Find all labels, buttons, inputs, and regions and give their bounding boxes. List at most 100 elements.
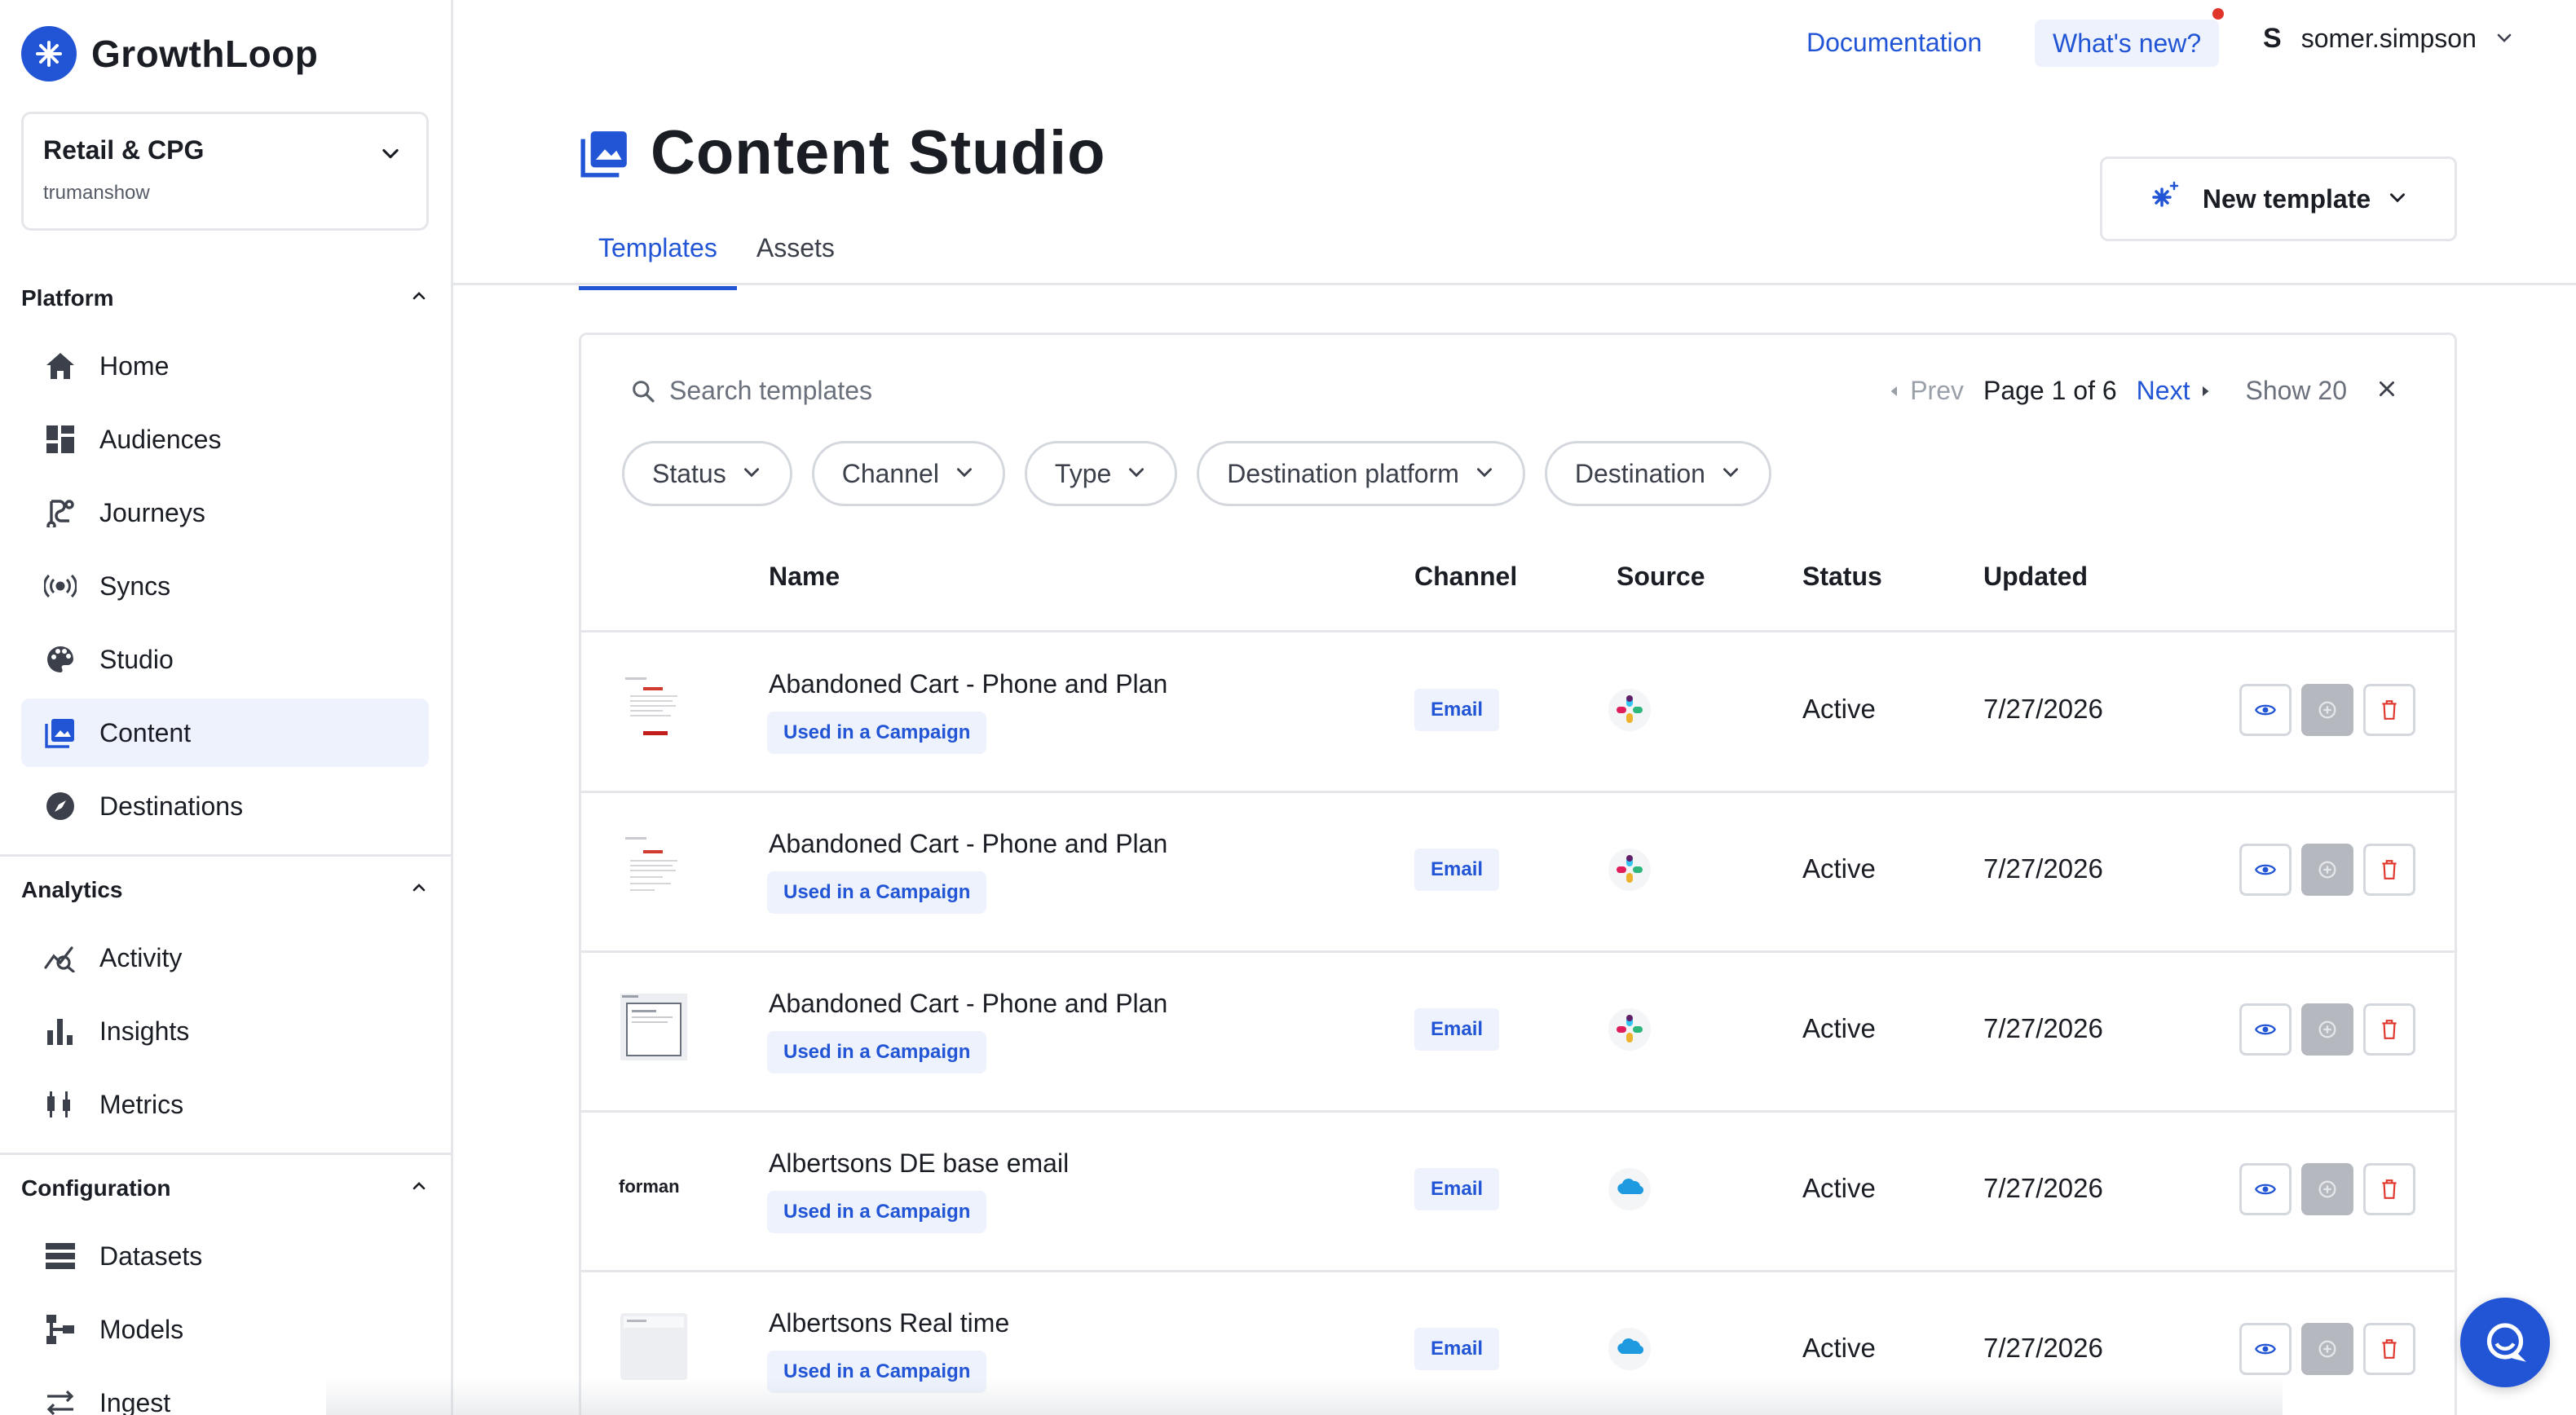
slack-icon — [1607, 847, 1652, 893]
section-configuration[interactable]: Configuration — [21, 1175, 429, 1201]
trash-icon — [2382, 1339, 2397, 1359]
brand-logo[interactable]: GrowthLoop — [21, 26, 318, 82]
sidebar-item-models[interactable]: Models — [21, 1295, 429, 1364]
palette-icon — [44, 643, 77, 676]
template-thumbnail[interactable]: forman — [619, 1150, 689, 1223]
template-name[interactable]: Abandoned Cart - Phone and Plan — [769, 989, 1167, 1019]
new-template-label: New template — [2202, 183, 2371, 214]
template-thumbnail[interactable] — [619, 671, 689, 744]
slack-icon — [1607, 1007, 1652, 1052]
preview-button[interactable] — [2239, 1323, 2291, 1375]
search-input[interactable]: Search templates — [630, 376, 872, 406]
section-platform[interactable]: Platform — [21, 285, 429, 311]
duplicate-button[interactable] — [2301, 1003, 2353, 1056]
page-size-select[interactable]: Show 20 — [2245, 376, 2347, 406]
pagination: Prev Page 1 of 6 Next Show 20 — [1887, 376, 2397, 406]
sidebar-item-datasets[interactable]: Datasets — [21, 1222, 429, 1290]
delete-button[interactable] — [2363, 1163, 2415, 1215]
duplicate-button[interactable] — [2301, 1163, 2353, 1215]
whats-new-button[interactable]: What's new? — [2035, 8, 2225, 67]
preview-button[interactable] — [2239, 1163, 2291, 1215]
new-template-button[interactable]: New template — [2100, 156, 2457, 241]
template-name[interactable]: Albertsons Real time — [769, 1308, 1009, 1338]
preview-button[interactable] — [2239, 844, 2291, 896]
query-stats-icon — [44, 941, 77, 974]
status-text: Active — [1802, 853, 1876, 884]
chevron-down-icon — [2387, 184, 2408, 214]
usage-badge: Used in a Campaign — [767, 1351, 987, 1393]
documentation-link[interactable]: Documentation — [1806, 28, 1982, 58]
filter-channel[interactable]: Channel — [811, 441, 1005, 506]
sidebar-item-destinations[interactable]: Destinations — [21, 772, 429, 840]
broadcast-icon — [44, 570, 77, 602]
filter-label: Destination platform — [1227, 458, 1459, 488]
sidebar-item-label: Audiences — [99, 424, 222, 454]
sidebar-item-label: Destinations — [99, 791, 244, 821]
delete-button[interactable] — [2363, 1323, 2415, 1375]
column-header-updated[interactable]: Updated — [1983, 562, 2088, 592]
template-thumbnail[interactable] — [619, 1310, 689, 1383]
next-label: Next — [2136, 376, 2190, 405]
sidebar-item-syncs[interactable]: Syncs — [21, 552, 429, 620]
sidebar-item-metrics[interactable]: Metrics — [21, 1070, 429, 1139]
template-thumbnail[interactable] — [619, 831, 689, 904]
salesforce-icon — [1607, 1326, 1652, 1372]
table-row[interactable]: Abandoned Cart - Phone and Plan Used in a… — [581, 953, 2455, 1113]
tab-assets[interactable]: Assets — [737, 225, 854, 290]
section-analytics[interactable]: Analytics — [21, 877, 429, 903]
sidebar-item-insights[interactable]: Insights — [21, 997, 429, 1065]
filter-label: Status — [652, 458, 726, 488]
workspace-switcher[interactable]: Retail & CPG trumanshow — [21, 112, 429, 231]
template-name[interactable]: Abandoned Cart - Phone and Plan — [769, 829, 1167, 859]
template-name[interactable]: Albertsons DE base email — [769, 1148, 1069, 1179]
sidebar-item-activity[interactable]: Activity — [21, 923, 429, 992]
user-menu[interactable]: S somer.simpson — [2263, 23, 2514, 55]
filter-status[interactable]: Status — [622, 441, 792, 506]
filter-destination-platform[interactable]: Destination platform — [1197, 441, 1525, 506]
whats-new-label: What's new? — [2053, 28, 2202, 58]
next-button[interactable]: Next — [2137, 376, 2213, 406]
duplicate-button[interactable] — [2301, 684, 2353, 736]
trash-icon — [2382, 860, 2397, 879]
chat-launcher-button[interactable] — [2460, 1298, 2550, 1387]
sidebar-item-studio[interactable]: Studio — [21, 625, 429, 694]
sidebar-item-journeys[interactable]: Journeys — [21, 478, 429, 547]
column-header-name[interactable]: Name — [769, 562, 840, 592]
table-row[interactable]: Abandoned Cart - Phone and Plan Used in a… — [581, 633, 2455, 793]
preview-button[interactable] — [2239, 684, 2291, 736]
duplicate-button[interactable] — [2301, 1323, 2353, 1375]
table-row[interactable]: forman Albertsons DE base email Used in a … — [581, 1113, 2455, 1272]
column-header-source[interactable]: Source — [1617, 562, 1705, 592]
template-thumbnail[interactable] — [619, 990, 689, 1064]
sidebar-item-audiences[interactable]: Audiences — [21, 405, 429, 474]
sidebar-item-ingest[interactable]: Ingest — [21, 1369, 429, 1415]
column-header-channel[interactable]: Channel — [1414, 562, 1517, 592]
close-icon[interactable] — [2376, 376, 2397, 406]
sidebar-item-label: Metrics — [99, 1089, 184, 1119]
channel-badge: Email — [1414, 1328, 1500, 1370]
delete-button[interactable] — [2363, 844, 2415, 896]
column-header-status[interactable]: Status — [1802, 562, 1882, 592]
updated-date: 7/27/2026 — [1983, 1333, 2103, 1363]
add-circle-icon — [2318, 1340, 2336, 1358]
sidebar-item-home[interactable]: Home — [21, 332, 429, 400]
storage-icon — [44, 1240, 77, 1272]
filter-destination[interactable]: Destination — [1544, 441, 1771, 506]
delete-button[interactable] — [2363, 684, 2415, 736]
status-text: Active — [1802, 694, 1876, 724]
filter-type[interactable]: Type — [1024, 441, 1178, 506]
duplicate-button[interactable] — [2301, 844, 2353, 896]
section-title: Analytics — [21, 877, 123, 902]
sidebar-item-content[interactable]: Content — [21, 699, 429, 767]
tab-templates[interactable]: Templates — [579, 225, 737, 290]
preview-button[interactable] — [2239, 1003, 2291, 1056]
prev-button[interactable]: Prev — [1887, 376, 1964, 406]
eye-icon — [2255, 1024, 2276, 1035]
template-name[interactable]: Abandoned Cart - Phone and Plan — [769, 669, 1167, 699]
delete-button[interactable] — [2363, 1003, 2415, 1056]
table-row[interactable]: Albertsons Real time Used in a Campaign Em… — [581, 1272, 2455, 1415]
eye-icon — [2255, 1343, 2276, 1355]
eye-icon — [2255, 1184, 2276, 1195]
table-row[interactable]: Abandoned Cart - Phone and Plan Used in a… — [581, 793, 2455, 953]
sidebar-item-label: Syncs — [99, 571, 171, 601]
